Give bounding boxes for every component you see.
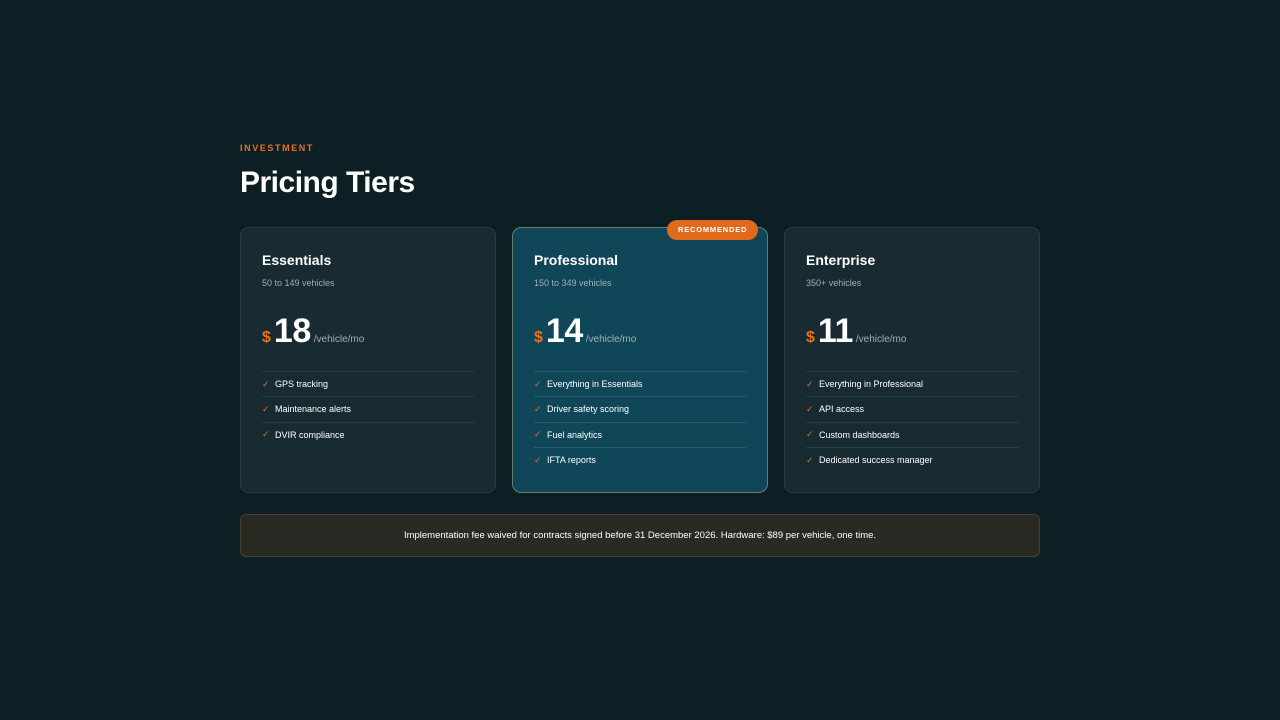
list-item: ✓ IFTA reports <box>534 446 747 472</box>
currency-symbol: $ <box>534 329 543 346</box>
price-amount: 11 <box>817 312 853 350</box>
tier-name: Essentials <box>262 252 332 268</box>
tier-card-professional[interactable]: RECOMMENDED Professional 150 to 349 vehi… <box>512 220 768 493</box>
tier-price: $ 18 /vehicle/mo <box>262 312 364 351</box>
list-item: ✓ Fuel analytics <box>534 421 747 447</box>
tier-price: $ 14 /vehicle/mo <box>534 312 636 351</box>
check-icon: ✓ <box>534 403 542 414</box>
feature-label: API access <box>819 404 865 415</box>
feature-label: Custom dashboards <box>819 429 900 440</box>
check-icon: ✓ <box>806 403 814 414</box>
check-icon: ✓ <box>534 429 542 440</box>
feature-label: Fuel analytics <box>547 429 603 440</box>
price-amount: 14 <box>545 312 583 350</box>
tier-price: $ 11 /vehicle/mo <box>806 312 906 351</box>
list-item: ✓ Driver safety scoring <box>534 396 747 421</box>
list-item: ✓ Custom dashboards <box>806 421 1019 447</box>
feature-label: GPS tracking <box>275 379 329 390</box>
feature-label: Maintenance alerts <box>275 404 352 415</box>
page-title: Pricing Tiers <box>240 166 415 199</box>
check-icon: ✓ <box>262 429 270 440</box>
tier-name: Enterprise <box>806 252 876 268</box>
pricing-cards: Essentials 50 to 149 vehicles $ 18 /vehi… <box>240 220 1040 493</box>
feature-label: Everything in Professional <box>819 379 924 390</box>
feature-label: Dedicated success manager <box>819 455 933 466</box>
feature-list: ✓ GPS tracking ✓ Maintenance alerts ✓ DVIR … <box>262 371 475 447</box>
list-item: ✓ Maintenance alerts <box>262 396 475 421</box>
recommended-badge: RECOMMENDED <box>667 220 759 240</box>
check-icon: ✓ <box>534 454 542 465</box>
check-icon: ✓ <box>806 378 814 389</box>
check-icon: ✓ <box>806 454 814 465</box>
list-item: ✓ Dedicated success manager <box>806 446 1019 472</box>
list-item: ✓ Everything in Essentials <box>534 371 747 396</box>
implementation-fee-note: Implementation fee waived for contracts … <box>240 514 1040 557</box>
check-icon: ✓ <box>534 378 542 389</box>
tier-range: 50 to 149 vehicles <box>262 278 335 288</box>
feature-label: Driver safety scoring <box>547 404 630 415</box>
currency-symbol: $ <box>262 329 271 346</box>
section-eyebrow: INVESTMENT <box>240 143 315 153</box>
price-unit: /vehicle/mo <box>855 334 907 345</box>
tier-card-essentials[interactable]: Essentials 50 to 149 vehicles $ 18 /vehi… <box>240 227 496 493</box>
list-item: ✓ DVIR compliance <box>262 421 475 447</box>
tier-card-enterprise[interactable]: Enterprise 350+ vehicles $ 11 /vehicle/m… <box>784 227 1040 493</box>
tier-name: Professional <box>534 252 619 268</box>
list-item: ✓ Everything in Professional <box>806 371 1019 396</box>
tier-range: 350+ vehicles <box>806 278 862 288</box>
check-icon: ✓ <box>262 378 270 389</box>
price-amount: 18 <box>273 312 311 350</box>
list-item: ✓ GPS tracking <box>262 371 475 396</box>
tier-range: 150 to 349 vehicles <box>534 278 612 288</box>
price-unit: /vehicle/mo <box>313 334 365 345</box>
check-icon: ✓ <box>262 403 270 414</box>
feature-label: DVIR compliance <box>275 429 345 440</box>
currency-symbol: $ <box>806 329 815 346</box>
feature-list: ✓ Everything in Professional ✓ API access … <box>806 371 1019 472</box>
price-unit: /vehicle/mo <box>585 334 637 345</box>
feature-list: ✓ Everything in Essentials ✓ Driver safety… <box>534 371 747 472</box>
feature-label: IFTA reports <box>547 455 596 466</box>
check-icon: ✓ <box>806 429 814 440</box>
list-item: ✓ API access <box>806 396 1019 421</box>
feature-label: Everything in Essentials <box>547 379 643 390</box>
